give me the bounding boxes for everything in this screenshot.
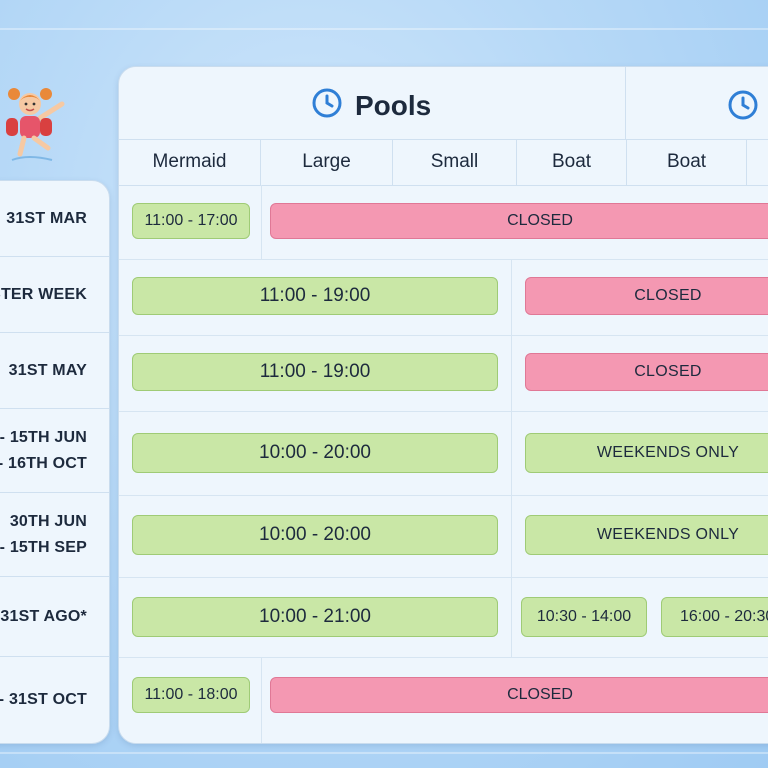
column-header-small: Small: [393, 139, 517, 185]
schedule-row: 10:00 - 20:00 WEEKENDS ONLY: [119, 495, 768, 578]
date-row: 31ST AGO*: [0, 577, 109, 657]
column-header-row: Mermaid Large Small Boat Boat: [119, 139, 768, 186]
closed-cell: CLOSED: [525, 277, 768, 315]
cell-divider: [511, 411, 512, 495]
date-range-panel: 31ST MAR STER WEEK 31ST MAY - 15TH JUN -…: [0, 180, 110, 744]
pool-schedule-card: Pools Mermaid Large Small Boat Boat 11:0…: [118, 66, 768, 744]
opening-hours-cell: 11:00 - 18:00: [132, 677, 250, 713]
clock-icon: [311, 87, 343, 124]
column-header-boat: Boat: [517, 139, 627, 185]
schedule-row: 11:00 - 18:00 CLOSED: [119, 657, 768, 743]
date-row: 31ST MAR: [0, 181, 109, 257]
date-label: - 15TH JUN - 16TH OCT: [0, 428, 87, 472]
column-header-large: Large: [261, 139, 393, 185]
opening-hours-cell: 10:00 - 20:00: [132, 433, 498, 473]
schedule-row: 11:00 - 19:00 CLOSED: [119, 335, 768, 412]
date-row: STER WEEK: [0, 257, 109, 333]
title-group: Pools: [311, 87, 431, 124]
schedule-row: 11:00 - 19:00 CLOSED: [119, 259, 768, 336]
column-header-mermaid: Mermaid: [119, 139, 261, 185]
schedule-row: 10:00 - 21:00 10:30 - 14:00 16:00 - 20:3…: [119, 577, 768, 658]
opening-hours-cell: 16:00 - 20:30: [661, 597, 768, 637]
closed-cell: CLOSED: [525, 353, 768, 391]
date-label: - 31ST OCT: [0, 691, 87, 708]
date-label: 30TH JUN - 15TH SEP: [0, 512, 87, 556]
cell-divider: [261, 185, 262, 259]
header-divider: [625, 67, 626, 139]
weekends-only-cell: WEEKENDS ONLY: [525, 433, 768, 473]
closed-cell: CLOSED: [270, 677, 768, 713]
schedule-row: 10:00 - 20:00 WEEKENDS ONLY: [119, 411, 768, 496]
cell-divider: [511, 259, 512, 335]
schedule-row: 11:00 - 17:00 CLOSED: [119, 185, 768, 260]
date-label: STER WEEK: [0, 285, 87, 303]
closed-cell: CLOSED: [270, 203, 768, 239]
date-row: 31ST MAY: [0, 333, 109, 409]
opening-hours-cell: 11:00 - 19:00: [132, 277, 498, 315]
opening-hours-cell: 11:00 - 17:00: [132, 203, 250, 239]
schedule-header: Pools: [119, 67, 768, 140]
opening-hours-cell: 10:00 - 21:00: [132, 597, 498, 637]
date-label: 31ST AGO*: [0, 607, 87, 625]
date-row: - 15TH JUN - 16TH OCT: [0, 409, 109, 493]
date-label: 31ST MAY: [8, 361, 87, 379]
date-row: 30TH JUN - 15TH SEP: [0, 493, 109, 577]
opening-hours-cell: 10:30 - 14:00: [521, 597, 647, 637]
opening-hours-cell: 11:00 - 19:00: [132, 353, 498, 391]
cell-divider: [511, 335, 512, 411]
date-label: 31ST MAR: [6, 209, 87, 227]
opening-hours-cell: 10:00 - 20:00: [132, 515, 498, 555]
column-header-extra: [747, 139, 768, 185]
clock-icon: [727, 89, 759, 126]
column-header-boat-2: Boat: [627, 139, 747, 185]
date-row: - 31ST OCT: [0, 657, 109, 743]
cell-divider: [261, 657, 262, 743]
swimmer-girl-mascot: [2, 82, 72, 166]
page-title: Pools: [355, 89, 432, 121]
weekends-only-cell: WEEKENDS ONLY: [525, 515, 768, 555]
cell-divider: [511, 577, 512, 657]
cell-divider: [511, 495, 512, 577]
